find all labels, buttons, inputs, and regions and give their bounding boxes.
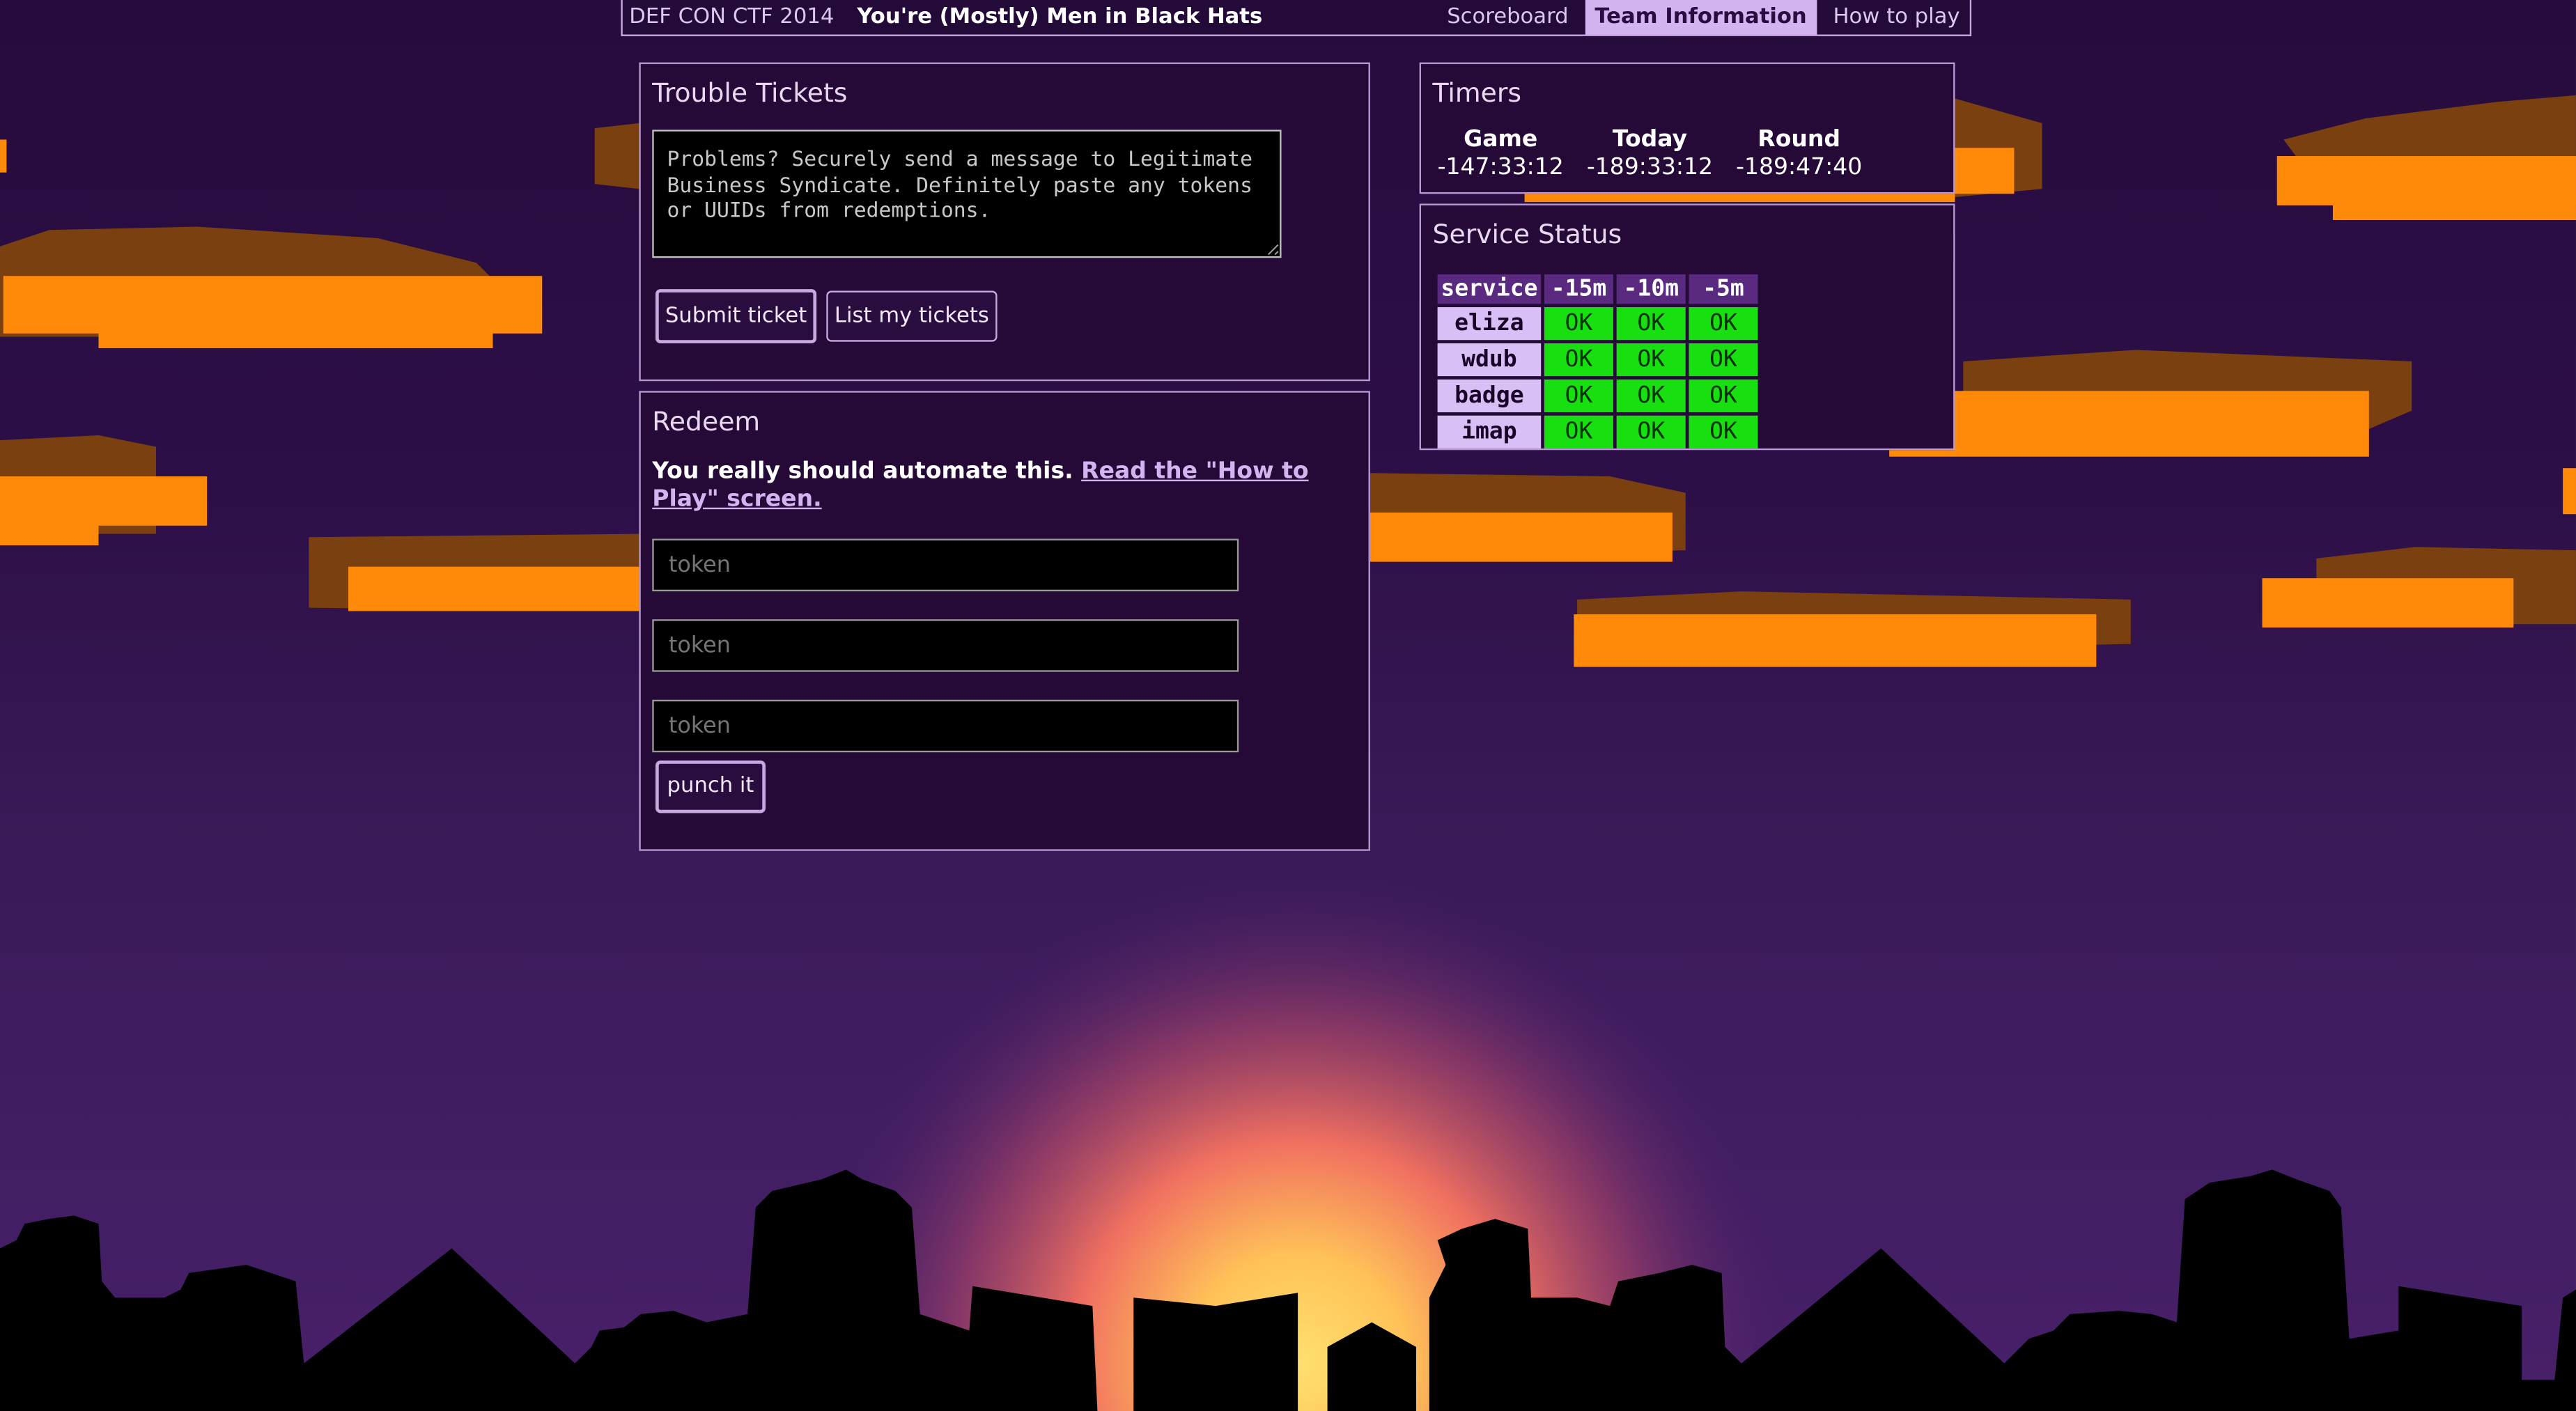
timer-label: Round bbox=[1758, 126, 1841, 153]
timer-today: Today -189:33:12 bbox=[1587, 127, 1713, 182]
column-header: -15m bbox=[1544, 274, 1613, 304]
service-name: eliza bbox=[1437, 307, 1542, 341]
timer-value: -147:33:12 bbox=[1437, 154, 1564, 181]
timers-panel: Timers Game -147:33:12 Today -189:33:12 … bbox=[1419, 62, 1955, 194]
ticket-message-input[interactable]: Problems? Securely send a message to Leg… bbox=[652, 130, 1282, 258]
brand-label[interactable]: DEF CON CTF 2014 bbox=[623, 5, 834, 29]
column-header: service bbox=[1437, 274, 1542, 304]
nav-team-information[interactable]: Team Information bbox=[1585, 0, 1817, 35]
status-cell: OK bbox=[1616, 307, 1686, 341]
timers-title: Timers bbox=[1432, 77, 1522, 109]
table-row: eliza OK OK OK bbox=[1437, 307, 1758, 341]
trouble-tickets-title: Trouble Tickets bbox=[652, 77, 848, 109]
team-name: You're (Mostly) Men in Black Hats bbox=[857, 5, 1263, 30]
redeem-title: Redeem bbox=[652, 405, 761, 437]
status-cell: OK bbox=[1616, 379, 1686, 413]
column-header: -10m bbox=[1616, 274, 1686, 304]
nav-links: Scoreboard Team Information How to play bbox=[1437, 0, 1970, 35]
status-cell: OK bbox=[1689, 307, 1758, 341]
status-cell: OK bbox=[1544, 307, 1613, 341]
status-cell: OK bbox=[1544, 415, 1613, 449]
submit-ticket-button[interactable]: Submit ticket bbox=[655, 289, 817, 343]
timer-label: Today bbox=[1612, 126, 1688, 153]
table-row: imap OK OK OK bbox=[1437, 415, 1758, 449]
timer-value: -189:47:40 bbox=[1736, 154, 1863, 181]
redeem-note-text: You really should automate this. bbox=[652, 458, 1073, 485]
timer-grid: Game -147:33:12 Today -189:33:12 Round -… bbox=[1438, 127, 1886, 182]
table-header-row: service -15m -10m -5m bbox=[1437, 274, 1758, 304]
nav-how-to-play[interactable]: How to play bbox=[1823, 0, 1969, 35]
timer-label: Game bbox=[1464, 126, 1538, 153]
redeem-note: You really should automate this. Read th… bbox=[652, 458, 1309, 514]
status-cell: OK bbox=[1616, 415, 1686, 449]
token-input-2[interactable] bbox=[652, 619, 1239, 672]
status-cell: OK bbox=[1689, 343, 1758, 377]
service-name: imap bbox=[1437, 415, 1542, 449]
service-name: wdub bbox=[1437, 343, 1542, 377]
service-status-table: service -15m -10m -5m eliza OK OK OK wdu… bbox=[1434, 271, 1761, 451]
status-cell: OK bbox=[1544, 343, 1613, 377]
table-row: badge OK OK OK bbox=[1437, 379, 1758, 413]
service-status-panel: Service Status service -15m -10m -5m eli… bbox=[1419, 203, 1955, 451]
timer-round: Round -189:47:40 bbox=[1736, 127, 1862, 182]
service-name: badge bbox=[1437, 379, 1542, 413]
token-input-1[interactable] bbox=[652, 538, 1239, 592]
status-cell: OK bbox=[1689, 379, 1758, 413]
column-header: -5m bbox=[1689, 274, 1758, 304]
status-cell: OK bbox=[1616, 343, 1686, 377]
nav-scoreboard[interactable]: Scoreboard bbox=[1437, 0, 1578, 35]
timer-value: -189:33:12 bbox=[1586, 154, 1714, 181]
service-status-title: Service Status bbox=[1432, 218, 1622, 250]
timer-game: Game -147:33:12 bbox=[1438, 127, 1564, 182]
table-row: wdub OK OK OK bbox=[1437, 343, 1758, 377]
redeem-panel: Redeem You really should automate this. … bbox=[639, 391, 1370, 851]
status-cell: OK bbox=[1544, 379, 1613, 413]
top-nav: DEF CON CTF 2014 You're (Mostly) Men in … bbox=[621, 0, 1972, 36]
status-cell: OK bbox=[1689, 415, 1758, 449]
round-progress-bar bbox=[1524, 194, 1955, 203]
list-tickets-button[interactable]: List my tickets bbox=[826, 290, 998, 342]
punch-it-button[interactable]: punch it bbox=[655, 761, 766, 813]
token-input-3[interactable] bbox=[652, 699, 1239, 753]
trouble-tickets-panel: Trouble Tickets Problems? Securely send … bbox=[639, 62, 1370, 382]
